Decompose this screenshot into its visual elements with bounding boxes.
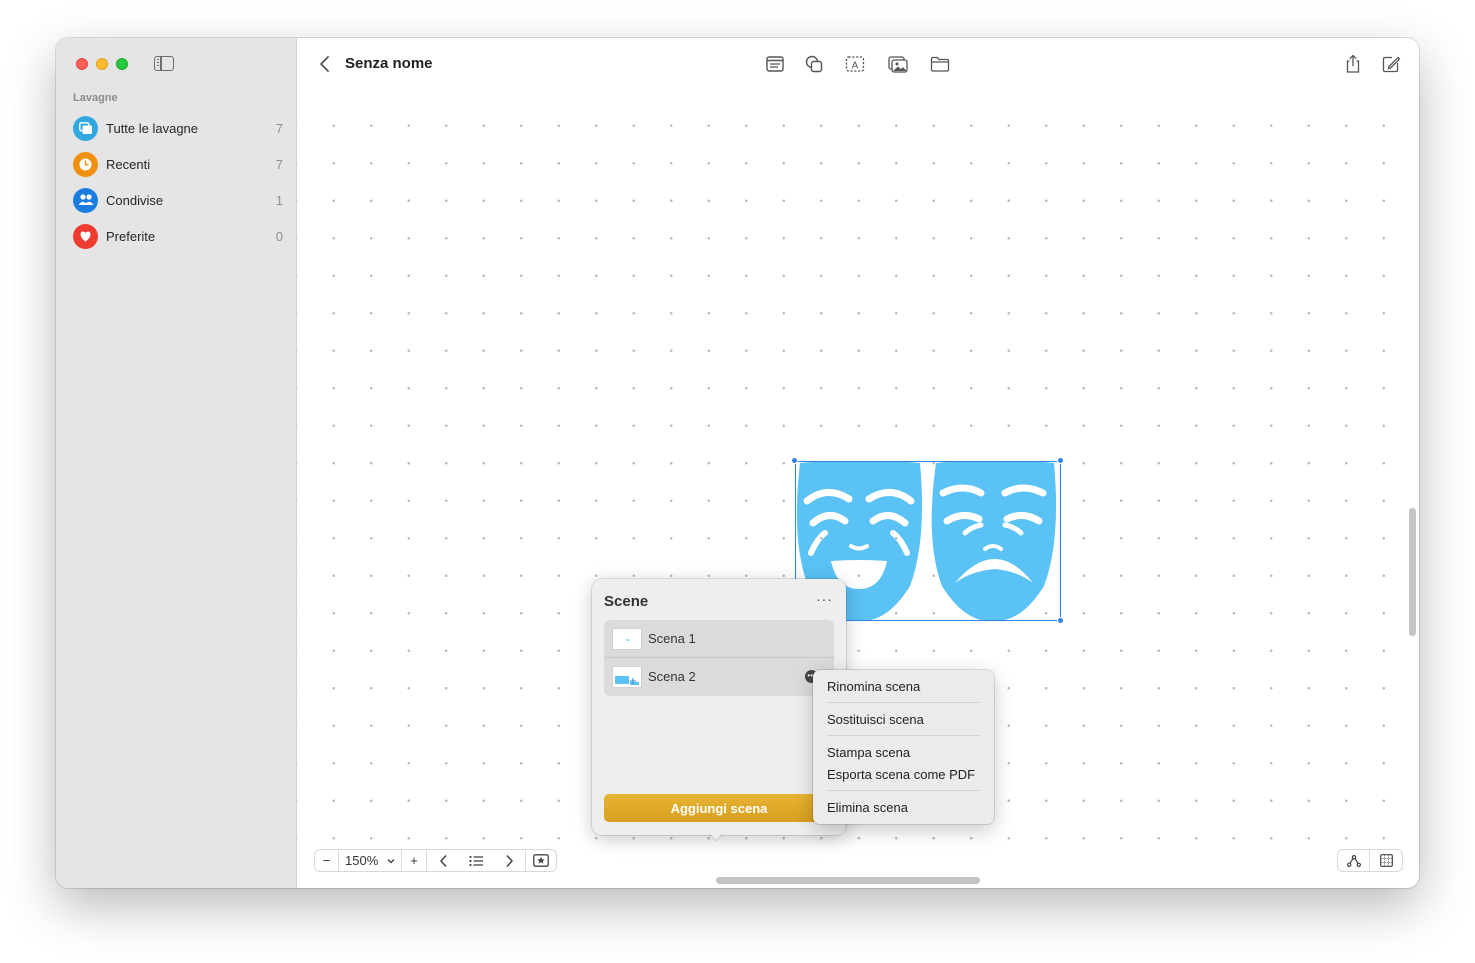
add-scene-button[interactable]: Aggiungi scena — [604, 794, 834, 822]
add-scene-star-button[interactable] — [526, 850, 556, 871]
sidebar-section-label: Lavagne — [73, 92, 118, 104]
note-icon[interactable] — [764, 53, 786, 75]
scenes-title: Scene — [604, 593, 649, 610]
app-window: Lavagne Tutte le lavagne 7 Recenti 7 Con… — [56, 38, 1419, 888]
folder-icon[interactable] — [929, 53, 951, 75]
sidebar-item-label: Recenti — [106, 156, 151, 172]
scenes-popover: Scene ··· Scena 1 Scena 2 ••• Aggiungi s… — [592, 579, 846, 835]
grid-icon — [1379, 854, 1393, 867]
chevron-down-icon — [387, 858, 395, 863]
horizontal-scrollbar[interactable] — [716, 877, 980, 884]
heart-icon — [73, 223, 98, 249]
scene-row-1[interactable]: Scena 1 — [604, 620, 834, 657]
scenes-more-button[interactable]: ··· — [816, 591, 833, 607]
vertical-scrollbar[interactable] — [1409, 508, 1416, 636]
resize-handle[interactable] — [791, 457, 798, 464]
list-icon — [469, 855, 483, 866]
sidebar-item-shared[interactable]: Condivise 1 — [73, 186, 283, 214]
sidebar-item-label: Preferite — [106, 228, 156, 244]
document-title[interactable]: Senza nome — [345, 55, 433, 72]
sidebar-item-all-boards[interactable]: Tutte le lavagne 7 — [73, 114, 283, 142]
svg-text:A: A — [852, 61, 859, 72]
popover-arrow — [709, 834, 723, 842]
menu-separator — [827, 735, 980, 736]
bottom-right-tools — [1337, 849, 1403, 872]
zoom-select[interactable]: 150% — [339, 850, 402, 871]
resize-handle[interactable] — [1057, 617, 1064, 624]
media-icon[interactable] — [887, 53, 909, 75]
diagram-icon — [1346, 854, 1361, 867]
scene-name: Scena 1 — [648, 631, 696, 646]
scene-thumbnail — [612, 665, 642, 688]
sidebar-item-favorites[interactable]: Preferite 0 — [73, 222, 283, 250]
previous-scene-button[interactable] — [427, 850, 460, 871]
grid-button[interactable] — [1370, 850, 1402, 871]
menu-separator — [827, 790, 980, 791]
star-box-icon — [533, 854, 549, 867]
zoom-value: 150% — [345, 853, 379, 868]
bottom-toolbar: − 150% + — [314, 849, 557, 872]
sidebar-item-label: Tutte le lavagne — [106, 120, 199, 136]
scene-name: Scena 2 — [648, 669, 696, 684]
sidebar-item-label: Condivise — [106, 192, 164, 208]
clock-icon — [73, 151, 98, 177]
scene-thumbnail — [612, 627, 642, 650]
scene-context-menu: Rinomina scena Sostituisci scena Stampa … — [813, 670, 994, 824]
menu-separator — [827, 702, 980, 703]
close-window-button[interactable] — [76, 58, 88, 70]
sidebar-item-count: 0 — [275, 228, 283, 244]
text-box-icon[interactable]: A — [844, 53, 866, 75]
scene-row-2[interactable]: Scena 2 ••• — [604, 658, 834, 695]
menu-item-replace-scene[interactable]: Sostituisci scena — [813, 708, 994, 730]
scene-list: Scena 1 Scena 2 ••• — [604, 620, 834, 696]
chevron-right-icon — [505, 854, 513, 867]
sidebar-item-count: 7 — [275, 120, 283, 136]
sidebar-item-count: 7 — [275, 156, 283, 172]
diagram-button[interactable] — [1338, 850, 1370, 871]
minimize-window-button[interactable] — [96, 58, 108, 70]
menu-item-print-scene[interactable]: Stampa scena — [813, 741, 994, 763]
boards-icon — [73, 115, 98, 141]
share-icon[interactable] — [1342, 53, 1364, 75]
scenes-list-button[interactable] — [460, 850, 493, 871]
menu-item-delete-scene[interactable]: Elimina scena — [813, 796, 994, 818]
sidebar-item-recent[interactable]: Recenti 7 — [73, 150, 283, 178]
resize-handle[interactable] — [1057, 457, 1064, 464]
zoom-window-button[interactable] — [116, 58, 128, 70]
zoom-in-button[interactable]: + — [402, 850, 427, 871]
people-icon — [73, 187, 98, 213]
menu-item-rename-scene[interactable]: Rinomina scena — [813, 675, 994, 697]
toolbar: Senza nome A — [297, 38, 1419, 90]
shapes-icon[interactable] — [803, 53, 825, 75]
main-area: Senza nome A − 150% + Scene ··· Scena 1 … — [297, 38, 1419, 888]
back-chevron-icon[interactable] — [317, 54, 333, 74]
menu-item-export-scene-pdf[interactable]: Esporta scena come PDF — [813, 763, 994, 785]
sidebar-item-count: 1 — [275, 192, 283, 208]
zoom-out-button[interactable]: − — [315, 850, 339, 871]
compose-icon[interactable] — [1380, 53, 1402, 75]
next-scene-button[interactable] — [493, 850, 526, 871]
chevron-left-icon — [439, 854, 447, 867]
sidebar: Lavagne Tutte le lavagne 7 Recenti 7 Con… — [56, 38, 297, 888]
sidebar-toggle-icon[interactable] — [154, 56, 174, 71]
